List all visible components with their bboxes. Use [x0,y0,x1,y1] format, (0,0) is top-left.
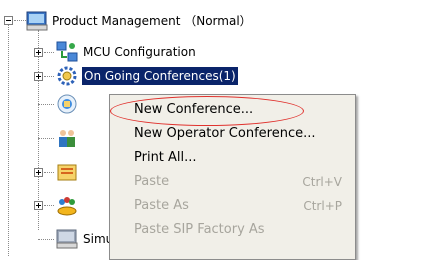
tree-line [38,30,39,230]
tree-line [44,52,54,53]
menu-item-label: Paste SIP Factory As [134,222,265,237]
collapse-toggle-root[interactable] [4,16,13,25]
expand-toggle-ongoing-conferences[interactable] [34,72,43,81]
expand-toggle-people-database[interactable] [34,201,43,210]
tree-node-folder-list[interactable] [56,160,96,184]
tree-node-label: Product Management （Normal） [52,14,252,28]
menu-item-shortcut: Ctrl+V [302,175,342,189]
menu-item-paste[interactable]: Paste Ctrl+V [111,171,354,193]
tree-node-ongoing-conferences[interactable]: On Going Conferences(1) [56,64,306,88]
tree-line [44,172,54,173]
server-icon [56,229,78,249]
tree-node-users[interactable] [56,126,96,150]
menu-item-label: Print All... [134,150,197,165]
menu-item-paste-sip-factory-as[interactable]: Paste SIP Factory As [111,219,354,241]
tree-line [44,205,54,206]
tree-line [8,20,9,256]
server-icon [26,11,48,31]
folder-list-icon [57,164,77,181]
people-database-icon [57,197,77,216]
conferences-gear-icon [57,66,77,86]
menu-item-label: Paste [134,174,170,189]
annotation-highlight-ellipse [110,96,304,126]
menu-item-print-all[interactable]: Print All... [111,147,354,169]
menu-item-label: New Operator Conference... [134,126,316,141]
mcu-config-icon [56,41,78,62]
menu-item-shortcut: Ctrl+P [303,199,342,213]
menu-item-label: Paste As [134,198,189,213]
tree-node-product-management[interactable]: Product Management （Normal） [24,8,364,34]
users-group-icon [59,130,75,147]
menu-item-paste-as[interactable]: Paste As Ctrl+P [111,195,354,217]
globe-icon [57,94,77,114]
tree-node-people-database[interactable] [56,193,96,217]
tree-line [38,239,54,240]
tree-node-mcu-configuration[interactable]: MCU Configuration [56,40,256,64]
tree-node-label: On Going Conferences(1) [82,67,238,85]
expand-toggle-folder-list[interactable] [34,168,43,177]
tree-line [38,104,54,105]
tree-node-label: MCU Configuration [83,45,196,59]
expand-toggle-mcu-configuration[interactable] [34,48,43,57]
menu-item-new-operator-conference[interactable]: New Operator Conference... [111,123,354,145]
tree-line [44,76,54,77]
tree-line [38,138,54,139]
tree-node-globe[interactable] [56,92,96,116]
